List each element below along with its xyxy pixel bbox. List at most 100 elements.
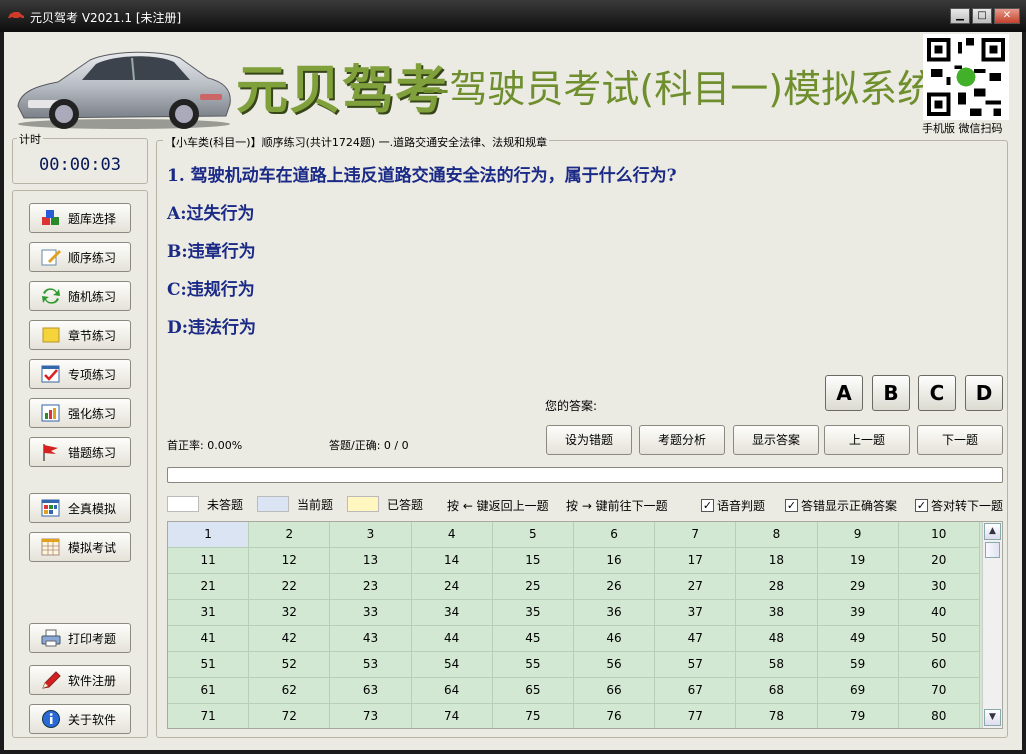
question-number-cell[interactable]: 27 bbox=[655, 574, 737, 600]
question-number-cell[interactable]: 30 bbox=[898, 574, 980, 600]
question-number-cell[interactable]: 72 bbox=[249, 704, 331, 728]
question-bank-button[interactable]: 题库选择 bbox=[29, 203, 131, 233]
question-number-cell[interactable]: 38 bbox=[736, 600, 818, 626]
question-number-cell[interactable]: 10 bbox=[898, 522, 980, 548]
question-number-cell[interactable]: 42 bbox=[249, 626, 331, 652]
question-number-cell[interactable]: 29 bbox=[817, 574, 899, 600]
question-number-cell[interactable]: 36 bbox=[573, 600, 656, 626]
question-number-cell[interactable]: 11 bbox=[168, 548, 250, 574]
question-number-cell[interactable]: 3 bbox=[330, 522, 412, 548]
question-number-cell[interactable]: 48 bbox=[736, 626, 818, 652]
question-number-cell[interactable]: 55 bbox=[492, 652, 574, 678]
question-number-cell[interactable]: 70 bbox=[898, 678, 980, 704]
question-number-cell[interactable]: 71 bbox=[168, 704, 250, 728]
question-number-cell[interactable]: 75 bbox=[492, 704, 574, 728]
show-correct-checkbox[interactable]: ✓ 答错显示正确答案 bbox=[785, 497, 897, 514]
question-number-cell[interactable]: 63 bbox=[330, 678, 412, 704]
answer-d-button[interactable]: D bbox=[965, 375, 1003, 411]
next-question-button[interactable]: 下一题 bbox=[917, 425, 1003, 455]
question-number-cell[interactable]: 73 bbox=[330, 704, 412, 728]
question-number-cell[interactable]: 49 bbox=[817, 626, 899, 652]
question-number-cell[interactable]: 37 bbox=[655, 600, 737, 626]
question-number-cell[interactable]: 33 bbox=[330, 600, 412, 626]
question-number-cell[interactable]: 6 bbox=[573, 522, 656, 548]
question-number-cell[interactable]: 23 bbox=[330, 574, 412, 600]
close-button[interactable]: ✕ bbox=[994, 8, 1020, 24]
question-number-cell[interactable]: 68 bbox=[736, 678, 818, 704]
question-number-cell[interactable]: 32 bbox=[249, 600, 331, 626]
maximize-button[interactable]: □ bbox=[972, 8, 992, 24]
question-number-cell[interactable]: 61 bbox=[168, 678, 250, 704]
question-number-cell[interactable]: 20 bbox=[898, 548, 980, 574]
question-number-cell[interactable]: 16 bbox=[573, 548, 656, 574]
answer-a-button[interactable]: A bbox=[825, 375, 863, 411]
question-number-cell[interactable]: 54 bbox=[411, 652, 493, 678]
sequential-practice-button[interactable]: 顺序练习 bbox=[29, 242, 131, 272]
scroll-thumb[interactable] bbox=[985, 542, 1000, 558]
question-number-cell[interactable]: 39 bbox=[817, 600, 899, 626]
question-number-cell[interactable]: 18 bbox=[736, 548, 818, 574]
intensive-practice-button[interactable]: 强化练习 bbox=[29, 398, 131, 428]
grid-scrollbar[interactable]: ▲ ▼ bbox=[982, 522, 1002, 728]
about-software-button[interactable]: 关于软件 bbox=[29, 704, 131, 734]
question-number-cell[interactable]: 22 bbox=[249, 574, 331, 600]
question-number-cell[interactable]: 60 bbox=[898, 652, 980, 678]
question-number-cell[interactable]: 35 bbox=[492, 600, 574, 626]
question-number-cell[interactable]: 78 bbox=[736, 704, 818, 728]
question-number-cell[interactable]: 41 bbox=[168, 626, 250, 652]
question-number-cell[interactable]: 47 bbox=[655, 626, 737, 652]
random-practice-button[interactable]: 随机练习 bbox=[29, 281, 131, 311]
previous-question-button[interactable]: 上一题 bbox=[824, 425, 910, 455]
question-number-cell[interactable]: 25 bbox=[492, 574, 574, 600]
question-number-cell[interactable]: 67 bbox=[655, 678, 737, 704]
question-number-cell[interactable]: 59 bbox=[817, 652, 899, 678]
question-number-cell[interactable]: 56 bbox=[573, 652, 656, 678]
question-number-cell[interactable]: 2 bbox=[249, 522, 331, 548]
question-number-cell[interactable]: 53 bbox=[330, 652, 412, 678]
question-number-cell[interactable]: 52 bbox=[249, 652, 331, 678]
special-practice-button[interactable]: 专项练习 bbox=[29, 359, 131, 389]
scroll-down-arrow-icon[interactable]: ▼ bbox=[984, 709, 1001, 726]
question-number-cell[interactable]: 9 bbox=[817, 522, 899, 548]
question-number-cell[interactable]: 69 bbox=[817, 678, 899, 704]
question-number-cell[interactable]: 51 bbox=[168, 652, 250, 678]
question-number-cell[interactable]: 43 bbox=[330, 626, 412, 652]
question-number-cell[interactable]: 44 bbox=[411, 626, 493, 652]
mark-wrong-button[interactable]: 设为错题 bbox=[546, 425, 632, 455]
voice-judge-checkbox[interactable]: ✓ 语音判题 bbox=[701, 497, 765, 514]
question-number-cell[interactable]: 79 bbox=[817, 704, 899, 728]
full-simulation-button[interactable]: 全真模拟 bbox=[29, 493, 131, 523]
minimize-button[interactable]: ▁ bbox=[950, 8, 970, 24]
question-number-cell[interactable]: 50 bbox=[898, 626, 980, 652]
question-number-cell[interactable]: 26 bbox=[573, 574, 656, 600]
question-number-cell[interactable]: 66 bbox=[573, 678, 656, 704]
question-number-cell[interactable]: 17 bbox=[655, 548, 737, 574]
question-number-cell[interactable]: 64 bbox=[411, 678, 493, 704]
question-number-cell[interactable]: 13 bbox=[330, 548, 412, 574]
question-number-cell[interactable]: 19 bbox=[817, 548, 899, 574]
answer-c-button[interactable]: C bbox=[918, 375, 956, 411]
question-number-cell[interactable]: 46 bbox=[573, 626, 656, 652]
question-number-cell[interactable]: 58 bbox=[736, 652, 818, 678]
question-number-cell[interactable]: 80 bbox=[898, 704, 980, 728]
print-questions-button[interactable]: 打印考题 bbox=[29, 623, 131, 653]
question-number-cell[interactable]: 5 bbox=[492, 522, 574, 548]
mock-exam-button[interactable]: 模拟考试 bbox=[29, 532, 131, 562]
auto-next-checkbox[interactable]: ✓ 答对转下一题 bbox=[915, 497, 1003, 514]
question-number-cell[interactable]: 45 bbox=[492, 626, 574, 652]
question-number-cell[interactable]: 76 bbox=[573, 704, 656, 728]
question-number-cell[interactable]: 34 bbox=[411, 600, 493, 626]
question-number-cell[interactable]: 8 bbox=[736, 522, 818, 548]
question-number-cell[interactable]: 31 bbox=[168, 600, 250, 626]
question-number-cell[interactable]: 62 bbox=[249, 678, 331, 704]
question-number-cell[interactable]: 24 bbox=[411, 574, 493, 600]
chapter-practice-button[interactable]: 章节练习 bbox=[29, 320, 131, 350]
question-number-cell[interactable]: 40 bbox=[898, 600, 980, 626]
question-number-cell[interactable]: 1 bbox=[168, 522, 250, 548]
answer-b-button[interactable]: B bbox=[872, 375, 910, 411]
question-number-cell[interactable]: 74 bbox=[411, 704, 493, 728]
question-number-cell[interactable]: 21 bbox=[168, 574, 250, 600]
question-number-cell[interactable]: 12 bbox=[249, 548, 331, 574]
software-register-button[interactable]: 软件注册 bbox=[29, 665, 131, 695]
question-number-cell[interactable]: 77 bbox=[655, 704, 737, 728]
